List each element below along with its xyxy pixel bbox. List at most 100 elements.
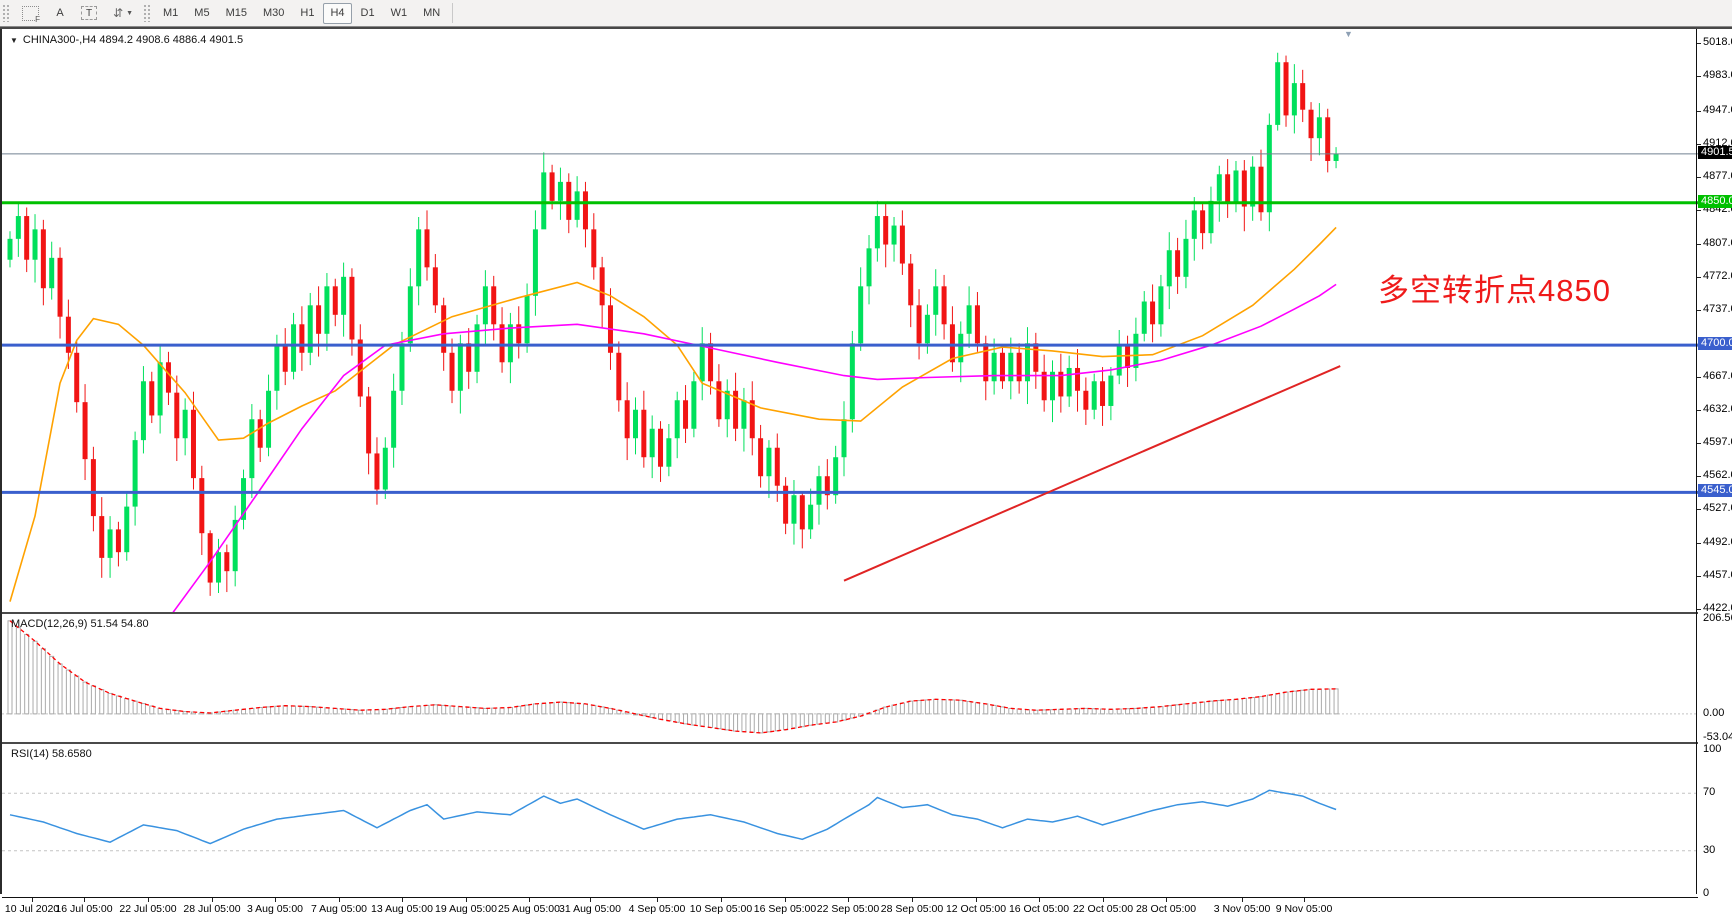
time-tick-mark [466,898,467,902]
price-tick-mark [1697,543,1701,544]
price-tick-mark [1697,76,1701,77]
price-tick-mark [1697,410,1701,411]
price-tick-mark [1697,509,1701,510]
mt4-window: F A T ⇵ ▼ M1M5M15M30H1H4D1W1MN ▼ CHINA30… [0,0,1732,892]
price-tick-mark [1697,377,1701,378]
macd-axis-label: 206.56 [1703,612,1732,624]
timeframe-button-MN[interactable]: MN [416,3,447,24]
price-tick-mark [1697,476,1701,477]
time-tick-mark [1242,898,1243,902]
timeframe-buttons: M1M5M15M30H1H4D1W1MN [155,3,448,24]
toolbar-grip-2[interactable] [143,4,152,22]
timeframe-button-H1[interactable]: H1 [293,3,321,24]
timeframe-button-M5[interactable]: M5 [187,3,216,24]
price-tick-mark [1697,111,1701,112]
time-tick-mark [402,898,403,902]
price-tick-mark [1697,43,1701,44]
price-tick-mark [1697,310,1701,311]
time-tick-mark [785,898,786,902]
cursor-arrows-icon: ⇵ [113,6,123,20]
time-tick-mark [212,898,213,902]
text-label-button[interactable]: A [48,3,72,24]
chart-plot-area[interactable]: ▼ CHINA300-,H4 4894.2 4908.6 4886.4 4901… [0,29,1696,894]
chevron-down-icon: ▼ [126,10,133,17]
price-badge-4700.0: 4700.0 [1698,337,1732,350]
price-tick-label: 4457.0 [1703,569,1732,581]
price-badge-4850.0: 4850.0 [1698,195,1732,208]
price-tick-label: 4983.0 [1703,69,1732,81]
time-label: 12 Oct 05:00 [946,903,1006,915]
price-tick-mark [1697,576,1701,577]
time-tick-mark [1103,898,1104,902]
price-tick-label: 4807.0 [1703,237,1732,249]
price-tick-label: 4772.0 [1703,270,1732,282]
text-box-button[interactable]: T [74,3,104,24]
dotted-grid-icon: F [22,6,39,21]
rsi-line [10,790,1336,843]
price-tick-mark [1697,177,1701,178]
timeframe-button-M1[interactable]: M1 [156,3,185,24]
price-tick-label: 4667.0 [1703,370,1732,382]
time-tick-mark [1304,898,1305,902]
toolbar: F A T ⇵ ▼ M1M5M15M30H1H4D1W1MN [0,0,1732,27]
time-label: 3 Aug 05:00 [247,903,303,915]
time-tick-mark [339,898,340,902]
time-label: 19 Aug 05:00 [435,903,497,915]
time-tick-mark [84,898,85,902]
price-tick-mark [1697,210,1701,211]
price-tick-label: 4877.0 [1703,170,1732,182]
time-tick-mark [32,898,33,902]
time-tick-mark [721,898,722,902]
rsi-indicator-panel[interactable] [2,744,1698,896]
timeframe-button-H4[interactable]: H4 [323,3,351,24]
time-tick-mark [529,898,530,902]
price-tick-label: 4597.0 [1703,436,1732,448]
price-tick-label: 5018.0 [1703,36,1732,48]
toolbar-separator [452,3,453,23]
annotation-text[interactable]: 多空转折点4850 [1378,265,1611,310]
time-label: 25 Aug 05:00 [498,903,560,915]
price-tick-mark [1697,609,1701,610]
time-label: 7 Aug 05:00 [311,903,367,915]
time-label: 28 Jul 05:00 [183,903,240,915]
chart-title-caret-icon: ▼ [10,36,18,45]
time-tick-mark [848,898,849,902]
price-tick-mark [1697,244,1701,245]
timeframe-button-W1[interactable]: W1 [384,3,415,24]
letter-a-icon: A [56,7,63,19]
price-badge-4545.0: 4545.0 [1698,484,1732,497]
time-tick-mark [912,898,913,902]
time-label: 16 Sep 05:00 [754,903,816,915]
scroll-to-end-marker[interactable]: ▼ [1344,29,1353,39]
macd-axis-label: -53.04 [1703,731,1732,743]
price-tick-label: 4492.0 [1703,536,1732,548]
time-label: 13 Aug 05:00 [371,903,433,915]
price-tick-label: 4562.0 [1703,469,1732,481]
macd-label: MACD(12,26,9) 51.54 54.80 [11,618,149,630]
rsi-axis-label: 30 [1703,844,1715,856]
timeframe-button-D1[interactable]: D1 [354,3,382,24]
template-grid-button[interactable]: F [15,3,46,24]
arrow-objects-button[interactable]: ⇵ ▼ [106,3,140,24]
macd-axis-label: 0.00 [1703,707,1724,719]
candles [8,53,1339,596]
price-badge-4901.5: 4901.5 [1698,146,1732,159]
time-label: 22 Oct 05:00 [1073,903,1133,915]
rsi-axis-label: 70 [1703,786,1715,798]
price-tick-mark [1697,443,1701,444]
time-axis[interactable]: 10 Jul 202016 Jul 05:0022 Jul 05:0028 Ju… [2,897,1698,922]
time-tick-mark [657,898,658,902]
time-tick-mark [1166,898,1167,902]
macd-signal-line [10,621,1336,733]
timeframe-button-M15[interactable]: M15 [219,3,254,24]
price-axis[interactable]: 5018.04983.04947.04912.04877.04842.04807… [1696,29,1732,894]
price-tick-label: 4947.0 [1703,104,1732,116]
price-tick-mark [1697,144,1701,145]
macd-histogram [8,621,1338,733]
time-label: 9 Nov 05:00 [1276,903,1333,915]
main-price-chart[interactable] [2,29,1698,612]
time-label: 10 Sep 05:00 [690,903,752,915]
toolbar-grip[interactable] [2,4,11,22]
macd-indicator-panel[interactable] [2,614,1698,742]
timeframe-button-M30[interactable]: M30 [256,3,291,24]
